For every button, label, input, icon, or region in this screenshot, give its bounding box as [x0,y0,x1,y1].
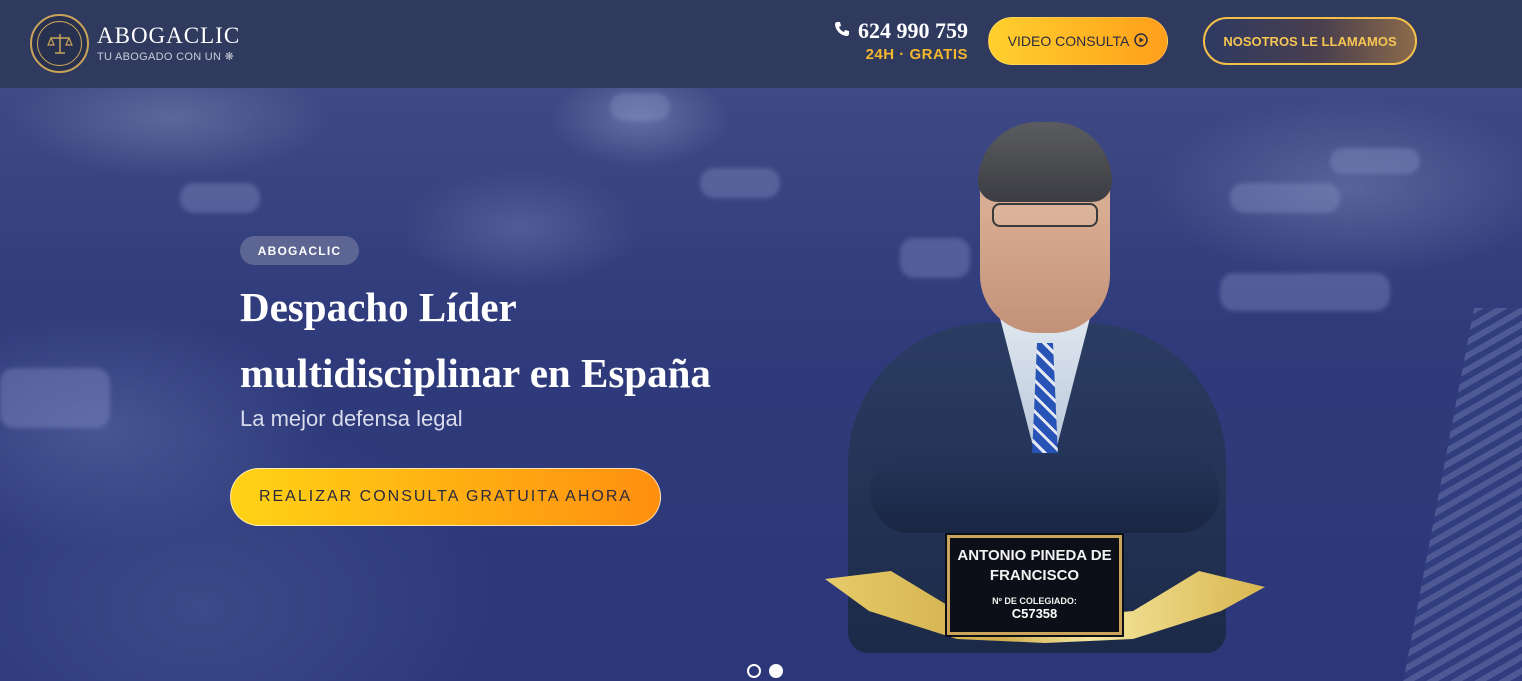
lawyer-name-plate: ANTONIO PINEDA DE FRANCISCO Nº DE COLEGI… [947,535,1122,635]
brand-text: ABOGACLIC TU ABOGADO CON UN ❋ [97,23,241,64]
hero-subtitle: La mejor defensa legal [240,406,463,431]
background-bokeh [610,93,670,121]
background-bokeh [180,183,260,213]
hero-title: Despacho Líder multidisciplinar en Españ… [240,284,711,396]
phone-number: 624 990 759 [858,18,968,43]
hero-badge: ABOGACLIC [240,236,359,265]
free-consultation-button[interactable]: REALIZAR CONSULTA GRATUITA AHORA [230,468,661,526]
portrait-hair [978,122,1112,202]
registration-number: C57358 [1011,606,1058,621]
scales-seal-icon [30,14,89,73]
video-consultation-button[interactable]: VIDEO CONSULTA [988,17,1168,65]
video-button-label: VIDEO CONSULTA [1007,33,1130,49]
background-stripes [1402,308,1522,681]
background-bokeh [1330,148,1420,174]
brand-logo[interactable]: ABOGACLIC TU ABOGADO CON UN ❋ [30,14,240,73]
site-header: ABOGACLIC TU ABOGADO CON UN ❋ 624 990 75… [0,0,1522,88]
portrait-crossed-arms [870,453,1220,533]
background-bokeh [0,368,110,428]
brand-name: ABOGACLIC [97,23,241,48]
brand-tagline: TU ABOGADO CON UN ❋ [97,50,240,63]
carousel-dot-1[interactable] [747,664,761,678]
hero-slider: ABOGACLIC Despacho Líder multidisciplina… [0,88,1522,681]
play-circle-icon [1134,32,1149,50]
lawyer-name: ANTONIO PINEDA DE FRANCISCO [957,547,1112,584]
lawyer-portrait: ANTONIO PINEDA DE FRANCISCO Nº DE COLEGI… [820,108,1270,668]
registration-label: Nº DE COLEGIADO: [992,596,1077,606]
tagline-text: TU ABOGADO CON UN [97,51,222,63]
carousel-dots [747,664,783,678]
carousel-dot-2[interactable] [769,664,783,678]
portrait-glasses [992,203,1098,227]
background-bokeh [700,168,780,198]
sparkle-icon: ❋ [224,51,235,63]
phone-contact[interactable]: 624 990 759 24H · GRATIS [824,18,968,63]
phone-icon [834,21,850,42]
phone-availability: 24H · GRATIS [865,46,968,63]
phone-row: 624 990 759 [824,18,968,44]
call-me-button[interactable]: NOSOTROS LE LLAMAMOS [1203,17,1417,65]
